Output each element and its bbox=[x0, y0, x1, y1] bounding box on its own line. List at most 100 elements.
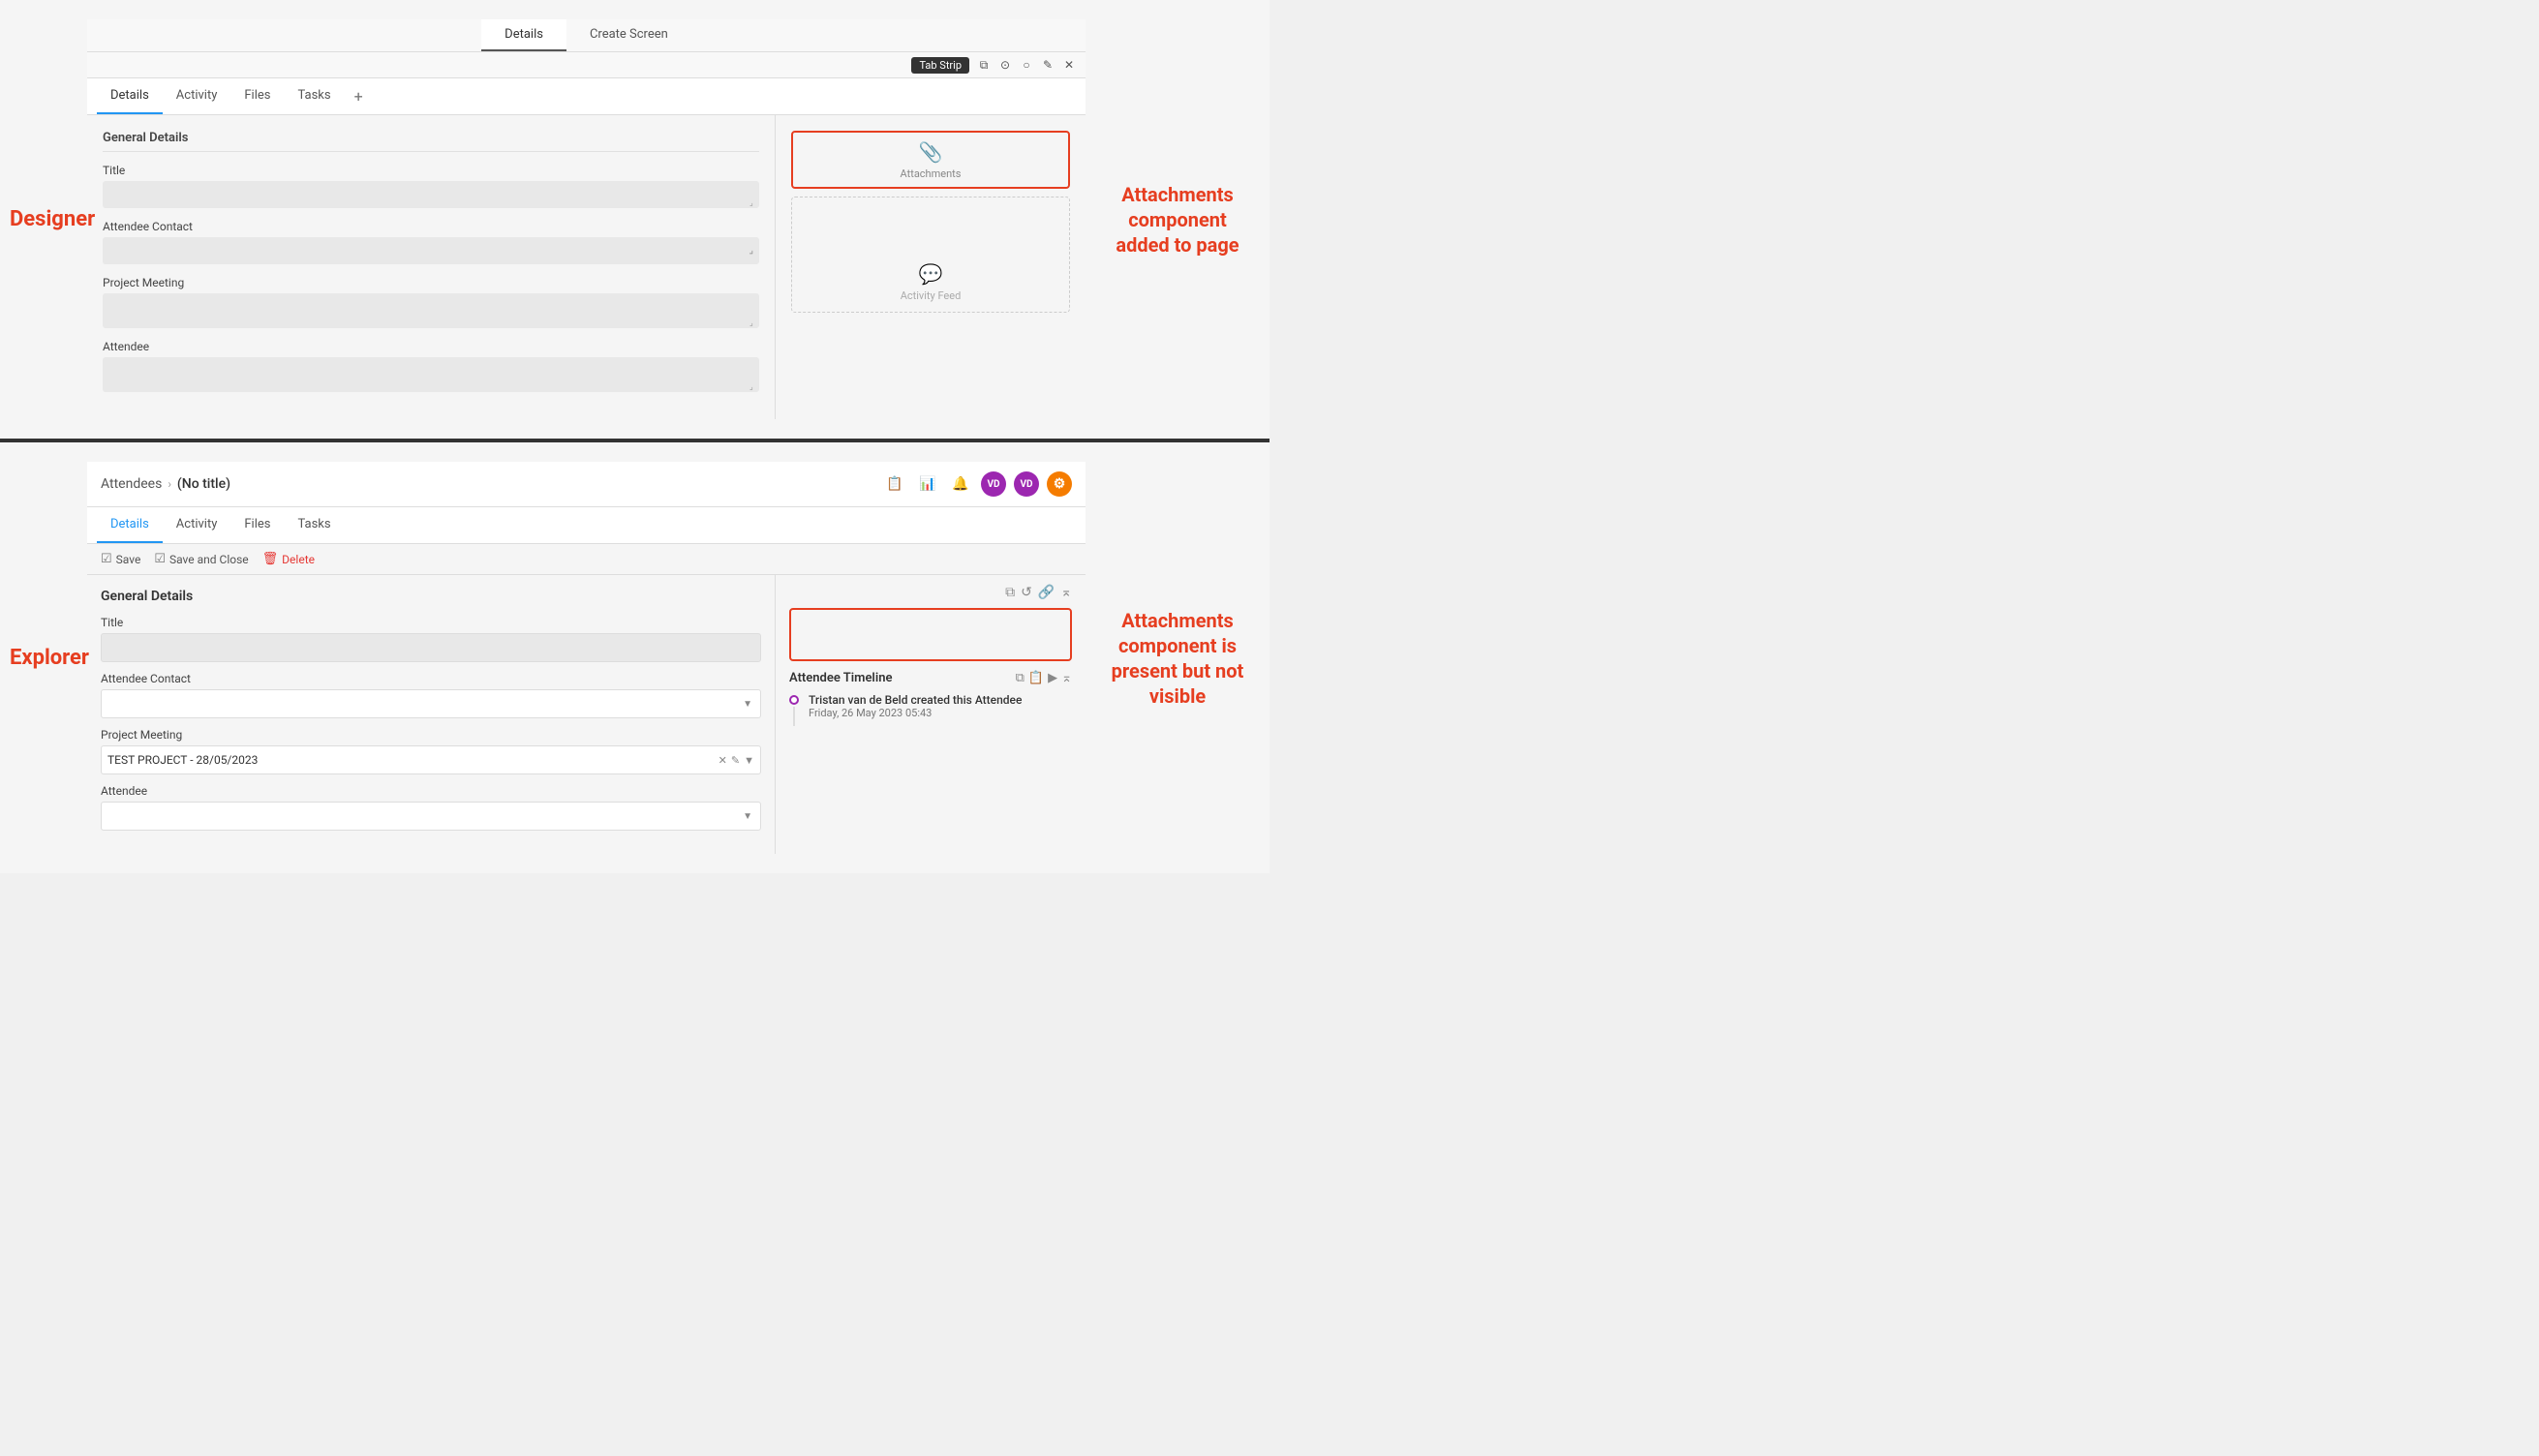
tab-strip-icon-eye[interactable]: ⊙ bbox=[996, 56, 1014, 74]
save-icon: ☑ bbox=[101, 552, 112, 566]
timeline-icon-2[interactable]: 📋 bbox=[1028, 671, 1044, 685]
timeline-line bbox=[793, 707, 795, 726]
activity-feed-label: Activity Feed bbox=[901, 289, 962, 302]
save-button[interactable]: ☑ Save bbox=[101, 552, 140, 566]
right-icon-1[interactable]: ⧉ bbox=[1005, 585, 1015, 600]
exp-project-meeting-value: TEST PROJECT - 28/05/2023 bbox=[107, 753, 719, 767]
attendee-input[interactable]: ⌟ bbox=[103, 357, 759, 392]
attendee-contact-wrapper: ⌟ bbox=[103, 237, 759, 264]
header-icon-vd2[interactable]: VD bbox=[1014, 471, 1039, 497]
tab-details-top[interactable]: Details bbox=[481, 19, 566, 51]
explorer-general-details-heading: General Details bbox=[101, 589, 761, 604]
explorer-inner-tabs: Details Activity Files Tasks bbox=[87, 507, 1086, 544]
designer-label: Designer bbox=[10, 206, 77, 231]
add-tab-button[interactable]: + bbox=[345, 79, 373, 113]
explorer-tab-tasks[interactable]: Tasks bbox=[284, 507, 344, 543]
header-icon-bell[interactable]: 🔔 bbox=[948, 471, 973, 497]
timeline-section: Attendee Timeline ⧉ 📋 ▶ ⌅ bbox=[789, 671, 1072, 726]
delete-button[interactable]: 🗑 Delete bbox=[262, 552, 315, 566]
header-icon-vd1[interactable]: VD bbox=[981, 471, 1006, 497]
header-icons: 📋 📊 🔔 VD VD ⚙ bbox=[882, 471, 1072, 497]
breadcrumb-current: (No title) bbox=[177, 476, 230, 492]
attendee-contact-chevron: ⌟ bbox=[749, 246, 753, 257]
explorer-body: General Details Title Attendee Contact ▼… bbox=[87, 575, 1086, 854]
exp-project-meeting-label: Project Meeting bbox=[101, 728, 761, 742]
attachments-component: 📎 Attachments bbox=[791, 131, 1070, 189]
exp-project-meeting-select[interactable]: TEST PROJECT - 28/05/2023 ✕ ✎ ▼ bbox=[101, 745, 761, 774]
designer-tab-activity[interactable]: Activity bbox=[163, 78, 231, 114]
exp-attendee-contact-label: Attendee Contact bbox=[101, 672, 761, 685]
explorer-tab-details[interactable]: Details bbox=[97, 507, 163, 543]
exp-attendee-contact-chevron: ▼ bbox=[743, 699, 752, 710]
timeline-entry: Tristan van de Beld created this Attende… bbox=[789, 693, 1072, 726]
resize-handle-pm: ⌟ bbox=[749, 318, 757, 326]
designer-tab-details[interactable]: Details bbox=[97, 78, 163, 114]
header-icon-table[interactable]: 📊 bbox=[915, 471, 940, 497]
explorer-app-window: Attendees › (No title) 📋 📊 🔔 VD VD ⚙ Det… bbox=[87, 462, 1086, 854]
resize-handle-attendee: ⌟ bbox=[749, 382, 757, 390]
timeline-icon-3[interactable]: ▶ bbox=[1048, 671, 1057, 685]
timeline-icon-1[interactable]: ⧉ bbox=[1016, 671, 1025, 685]
attendee-wrapper: ⌟ bbox=[103, 357, 759, 392]
timeline-controls: ⧉ 📋 ▶ ⌅ bbox=[1016, 671, 1072, 685]
tab-strip-bar: Tab Strip ⧉ ⊙ ○ ✎ ✕ bbox=[87, 52, 1086, 78]
timeline-event-date: Friday, 26 May 2023 05:43 bbox=[809, 707, 1022, 719]
tab-strip-icon-circle[interactable]: ○ bbox=[1018, 56, 1035, 74]
tab-strip-icon-copy[interactable]: ⧉ bbox=[975, 56, 993, 74]
breadcrumb-bar: Attendees › (No title) 📋 📊 🔔 VD VD ⚙ bbox=[87, 462, 1086, 507]
timeline-icon-4[interactable]: ⌅ bbox=[1061, 671, 1072, 685]
tab-strip-controls: ⧉ ⊙ ○ ✎ ✕ bbox=[975, 56, 1078, 74]
title-input-wrapper: ⌟ bbox=[103, 181, 759, 208]
save-and-close-button[interactable]: ☑ Save and Close bbox=[154, 552, 248, 566]
top-tab-bar: Details Create Screen bbox=[87, 19, 1086, 52]
timeline-dot-col bbox=[789, 693, 799, 726]
explorer-tab-activity[interactable]: Activity bbox=[163, 507, 231, 543]
project-meeting-input[interactable]: ⌟ bbox=[103, 293, 759, 328]
activity-feed-component: 💬 Activity Feed bbox=[791, 197, 1070, 313]
breadcrumb-nav: Attendees › (No title) bbox=[101, 476, 230, 492]
right-icon-2[interactable]: ↺ bbox=[1021, 585, 1032, 600]
delete-icon: 🗑 bbox=[262, 552, 279, 566]
exp-title-input[interactable] bbox=[101, 633, 761, 662]
designer-body: General Details Title ⌟ Attendee Contact… bbox=[87, 115, 1086, 419]
tab-strip-label: Tab Strip bbox=[911, 57, 969, 74]
project-meeting-label: Project Meeting bbox=[103, 276, 759, 289]
header-icon-settings[interactable]: ⚙ bbox=[1047, 471, 1072, 497]
exp-pm-edit-icon[interactable]: ✎ bbox=[731, 754, 740, 767]
designer-tab-tasks[interactable]: Tasks bbox=[284, 78, 344, 114]
title-field-group: Title ⌟ bbox=[103, 164, 759, 208]
breadcrumb-separator: › bbox=[168, 477, 171, 491]
designer-tab-files[interactable]: Files bbox=[230, 78, 284, 114]
exp-attachments-component bbox=[789, 608, 1072, 661]
breadcrumb-parent[interactable]: Attendees bbox=[101, 476, 162, 492]
designer-annotation: Attachments component added to page bbox=[1095, 182, 1260, 258]
exp-attendee-contact-select[interactable]: ▼ bbox=[101, 689, 761, 718]
timeline-dot bbox=[789, 695, 799, 705]
activity-feed-icon: 💬 bbox=[919, 262, 943, 286]
exp-attendee-select[interactable]: ▼ bbox=[101, 802, 761, 831]
designer-section: Designer Details Create Screen Tab Strip… bbox=[0, 0, 1270, 442]
title-label: Title bbox=[103, 164, 759, 177]
tab-strip-icon-edit[interactable]: ✎ bbox=[1039, 56, 1056, 74]
tab-strip-icon-close[interactable]: ✕ bbox=[1060, 56, 1078, 74]
exp-attendee-label: Attendee bbox=[101, 784, 761, 798]
tab-create-screen[interactable]: Create Screen bbox=[566, 19, 691, 51]
exp-attendee-group: Attendee ▼ bbox=[101, 784, 761, 831]
resize-handle-title: ⌟ bbox=[749, 198, 757, 206]
designer-app-window: Details Create Screen Tab Strip ⧉ ⊙ ○ ✎ … bbox=[87, 19, 1086, 419]
designer-right-panel: 📎 Attachments 💬 Activity Feed bbox=[776, 115, 1086, 419]
right-icon-4[interactable]: ⌅ bbox=[1060, 585, 1072, 600]
title-input[interactable] bbox=[103, 181, 759, 208]
attachments-label: Attachments bbox=[901, 167, 962, 180]
header-icon-copy[interactable]: 📋 bbox=[882, 471, 907, 497]
exp-pm-chevron-icon[interactable]: ▼ bbox=[744, 754, 754, 767]
explorer-tab-files[interactable]: Files bbox=[230, 507, 284, 543]
attendee-contact-field-group: Attendee Contact ⌟ bbox=[103, 220, 759, 264]
general-details-heading: General Details bbox=[103, 131, 759, 152]
exp-pm-clear-icon[interactable]: ✕ bbox=[719, 754, 727, 767]
designer-left-panel: General Details Title ⌟ Attendee Contact… bbox=[87, 115, 776, 419]
attendee-contact-input[interactable]: ⌟ bbox=[103, 237, 759, 264]
right-icon-3[interactable]: 🔗 bbox=[1038, 585, 1055, 600]
action-toolbar: ☑ Save ☑ Save and Close 🗑 Delete bbox=[87, 544, 1086, 575]
exp-project-meeting-group: Project Meeting TEST PROJECT - 28/05/202… bbox=[101, 728, 761, 774]
